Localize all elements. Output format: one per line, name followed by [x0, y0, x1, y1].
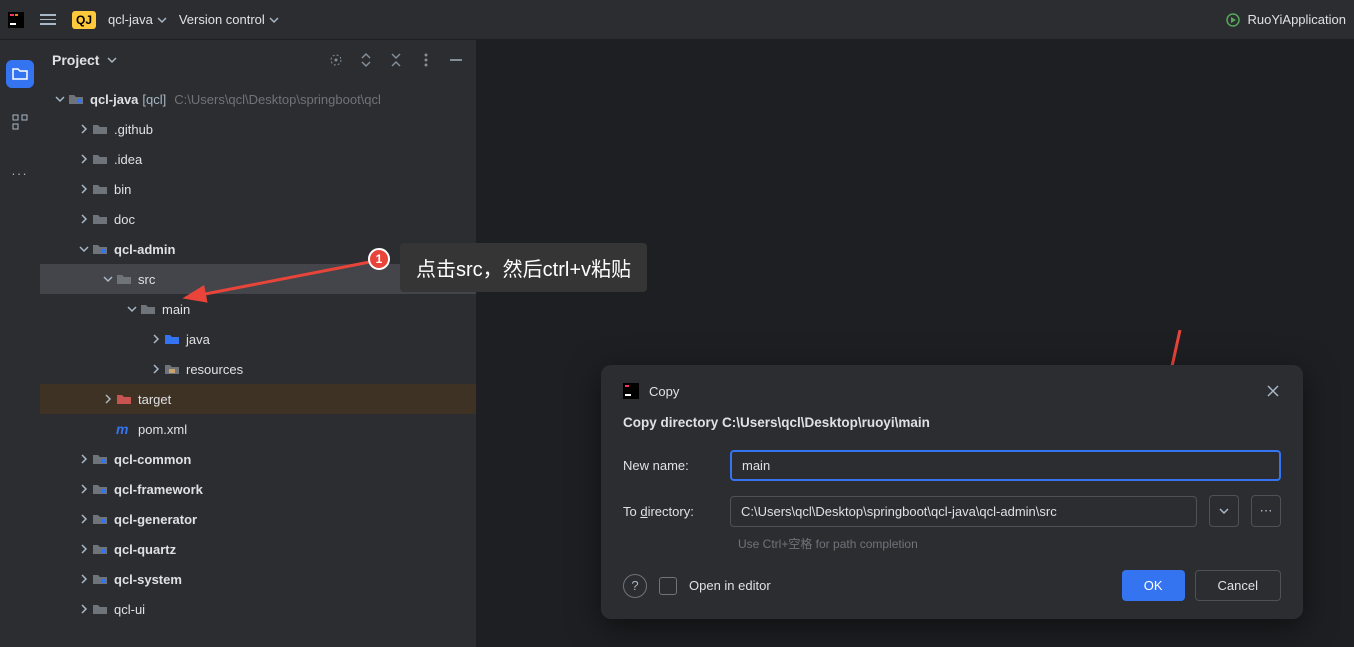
tree-row-target[interactable]: target [40, 384, 476, 414]
module-icon [92, 571, 108, 587]
newname-label: New name: [623, 458, 718, 473]
resources-folder-icon [164, 361, 180, 377]
chevron-down-icon [127, 304, 137, 314]
browse-button[interactable]: ⋯ [1251, 495, 1281, 527]
chevron-right-icon [151, 364, 161, 374]
history-button[interactable] [1209, 495, 1239, 527]
todir-label: To directory: [623, 504, 718, 519]
folder-icon [116, 271, 132, 287]
chevron-right-icon [79, 574, 89, 584]
chevron-right-icon [79, 124, 89, 134]
dialog-title: Copy [649, 384, 679, 399]
newname-input[interactable] [730, 450, 1281, 481]
dialog-subtitle: Copy directory C:\Users\qcl\Desktop\ruoy… [623, 415, 1281, 430]
chevron-down-icon [1219, 506, 1229, 516]
source-folder-icon [164, 331, 180, 347]
chevron-right-icon [79, 484, 89, 494]
project-badge: QJ [72, 11, 96, 29]
module-icon [92, 511, 108, 527]
chevron-right-icon [79, 454, 89, 464]
chevron-down-icon [55, 94, 65, 104]
tree-row[interactable]: mpom.xml [40, 414, 476, 444]
open-editor-checkbox[interactable] [659, 577, 677, 595]
svg-text:m: m [116, 421, 128, 437]
folder-icon [92, 121, 108, 137]
folder-icon [92, 211, 108, 227]
folder-icon [92, 601, 108, 617]
structure-tool-button[interactable] [6, 108, 34, 136]
chevron-right-icon [79, 604, 89, 614]
structure-icon [12, 114, 28, 130]
close-icon[interactable] [1265, 383, 1281, 399]
more-tools-button[interactable]: ... [6, 156, 34, 184]
cancel-button[interactable]: Cancel [1195, 570, 1281, 601]
run-config[interactable]: RuoYiApplication [1225, 12, 1346, 28]
tree-row-qcl-admin[interactable]: qcl-admin [40, 234, 476, 264]
intellij-icon [8, 12, 24, 28]
main-menu-button[interactable] [36, 10, 60, 29]
expand-icon[interactable] [358, 52, 374, 68]
tree-row[interactable]: qcl-generator [40, 504, 476, 534]
ok-button[interactable]: OK [1122, 570, 1185, 601]
left-toolbar: ... [0, 40, 40, 647]
module-icon [92, 481, 108, 497]
tree-row[interactable]: .idea [40, 144, 476, 174]
hide-icon[interactable] [448, 52, 464, 68]
chevron-down-icon [157, 15, 167, 25]
options-icon[interactable] [418, 52, 434, 68]
module-icon [92, 541, 108, 557]
tree-row[interactable]: .github [40, 114, 476, 144]
chevron-right-icon [79, 544, 89, 554]
help-button[interactable]: ? [623, 574, 647, 598]
chevron-right-icon [79, 514, 89, 524]
project-panel: Project qcl-java [qcl] C:\Users\qcl\Desk… [40, 40, 476, 647]
chevron-right-icon [79, 154, 89, 164]
module-icon [68, 91, 84, 107]
copy-dialog: Copy Copy directory C:\Users\qcl\Desktop… [601, 365, 1303, 619]
chevron-right-icon [103, 394, 113, 404]
project-panel-title: Project [52, 52, 99, 68]
chevron-down-icon [269, 15, 279, 25]
module-icon [92, 451, 108, 467]
chevron-right-icon [151, 334, 161, 344]
tree-row[interactable]: qcl-system [40, 564, 476, 594]
dialog-hint: Use Ctrl+空格 for path completion [738, 535, 1281, 552]
excluded-folder-icon [116, 391, 132, 407]
collapse-icon[interactable] [388, 52, 404, 68]
folder-icon [140, 301, 156, 317]
intellij-icon [623, 383, 639, 399]
tree-row[interactable]: qcl-quartz [40, 534, 476, 564]
tree-row[interactable]: qcl-common [40, 444, 476, 474]
chevron-down-icon [79, 244, 89, 254]
chevron-right-icon [79, 184, 89, 194]
folder-icon [12, 66, 28, 82]
tree-row[interactable]: doc [40, 204, 476, 234]
tree-row[interactable]: resources [40, 354, 476, 384]
tree-row[interactable]: qcl-framework [40, 474, 476, 504]
project-tool-button[interactable] [6, 60, 34, 88]
maven-icon: m [116, 421, 132, 437]
open-editor-label: Open in editor [689, 578, 771, 593]
folder-icon [92, 151, 108, 167]
tree-row[interactable]: java [40, 324, 476, 354]
tree-row[interactable]: main [40, 294, 476, 324]
module-icon [92, 241, 108, 257]
tree-row[interactable]: qcl-ui [40, 594, 476, 624]
titlebar: QJ qcl-java Version control RuoYiApplica… [0, 0, 1354, 40]
project-tree[interactable]: qcl-java [qcl] C:\Users\qcl\Desktop\spri… [40, 80, 476, 647]
project-dropdown[interactable]: qcl-java [108, 12, 167, 27]
locate-icon[interactable] [328, 52, 344, 68]
chevron-down-icon[interactable] [107, 55, 117, 65]
tree-row[interactable]: bin [40, 174, 476, 204]
project-panel-header: Project [40, 40, 476, 80]
folder-icon [92, 181, 108, 197]
rerun-icon [1225, 12, 1241, 28]
tree-row-root[interactable]: qcl-java [qcl] C:\Users\qcl\Desktop\spri… [40, 84, 476, 114]
tree-row-src[interactable]: src [40, 264, 476, 294]
todir-input[interactable]: C:\Users\qcl\Desktop\springboot\qcl-java… [730, 496, 1197, 527]
vcs-dropdown[interactable]: Version control [179, 12, 279, 27]
chevron-right-icon [79, 214, 89, 224]
chevron-down-icon [103, 274, 113, 284]
